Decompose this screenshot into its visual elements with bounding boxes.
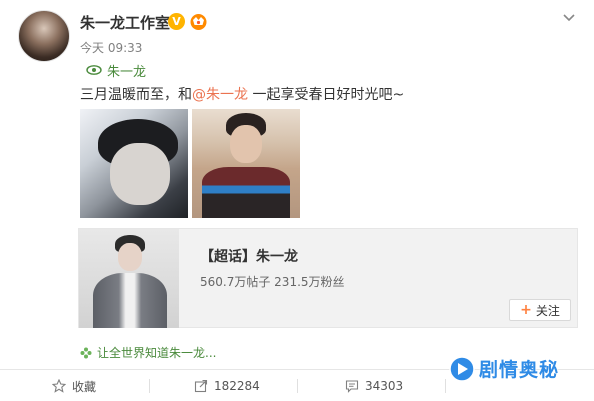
source-link[interactable]: 让全世界知道朱一龙... — [80, 344, 216, 361]
follow-button-label: 关注 — [535, 303, 560, 318]
divider — [297, 379, 298, 393]
watermark: 剧情奥秘 — [449, 355, 559, 382]
supertopic-eye-icon — [86, 65, 102, 75]
supertopic-card[interactable]: 【超话】朱一龙 560.7万帖子 231.5万粉丝 + 关注 — [78, 228, 578, 328]
post-image-2[interactable] — [192, 109, 300, 218]
comment-count: 34303 — [365, 379, 404, 393]
divider — [445, 379, 446, 393]
share-button[interactable]: 182284 — [194, 370, 260, 401]
favorite-label: 收藏 — [72, 379, 97, 394]
supertopic-card-title[interactable]: 【超话】朱一龙 — [200, 246, 298, 266]
flower-icon — [80, 347, 92, 358]
divider — [149, 379, 150, 393]
supertopic-tag-label: 朱一龙 — [107, 64, 147, 80]
comment-button[interactable]: 34303 — [345, 370, 403, 401]
verified-icon: V — [168, 13, 185, 30]
watermark-text: 剧情奥秘 — [479, 359, 560, 381]
watermark-logo-icon — [449, 355, 475, 382]
username[interactable]: 朱一龙工作室 — [80, 12, 170, 33]
favorite-button[interactable]: 收藏 — [52, 370, 96, 401]
share-icon — [194, 379, 208, 393]
weibo-post: 朱一龙工作室 V 今天 09:33 朱一龙 三月温暖而至，和@朱一龙 一起享受春… — [0, 0, 594, 401]
mention-link[interactable]: @朱一龙 — [192, 87, 248, 103]
post-text-before: 三月温暖而至，和 — [80, 87, 192, 103]
avatar[interactable] — [18, 10, 70, 62]
follow-button[interactable]: + 关注 — [509, 299, 571, 321]
supertopic-card-stats: 560.7万帖子 231.5万粉丝 — [200, 275, 345, 289]
supertopic-card-thumbnail[interactable] — [79, 229, 179, 328]
post-text-after: 一起享受春日好时光吧~ — [248, 87, 405, 103]
source-link-label: 让全世界知道朱一龙... — [97, 346, 217, 360]
post-timestamp[interactable]: 今天 09:33 — [80, 39, 142, 56]
comment-icon — [345, 380, 359, 393]
supertopic-tag[interactable]: 朱一龙 — [86, 61, 147, 80]
star-icon — [52, 379, 66, 393]
chevron-down-icon[interactable] — [561, 9, 577, 25]
post-text: 三月温暖而至，和@朱一龙 一起享受春日好时光吧~ — [80, 84, 404, 104]
share-count: 182284 — [214, 379, 260, 393]
vip-icon[interactable] — [189, 12, 208, 31]
post-image-1[interactable] — [80, 109, 188, 218]
plus-icon: + — [520, 302, 532, 318]
